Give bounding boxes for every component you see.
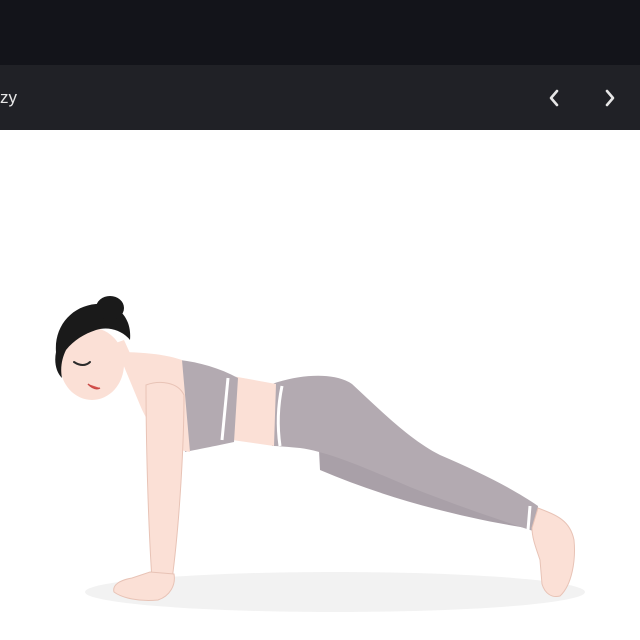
chevron-left-icon xyxy=(549,89,559,107)
chevron-right-icon xyxy=(605,89,615,107)
top-bar xyxy=(0,0,640,65)
leggings-cuff xyxy=(526,505,532,531)
yoga-plank-illustration xyxy=(55,296,585,612)
viewer-toolbar: zy xyxy=(0,65,640,130)
midriff xyxy=(232,376,276,446)
arm xyxy=(145,382,185,581)
image-title: zy xyxy=(0,88,17,107)
hand xyxy=(113,571,175,601)
previous-button[interactable] xyxy=(541,85,567,111)
leggings xyxy=(272,375,538,532)
hair-bun xyxy=(96,296,124,320)
image-viewport xyxy=(0,130,640,640)
next-button[interactable] xyxy=(597,85,623,111)
